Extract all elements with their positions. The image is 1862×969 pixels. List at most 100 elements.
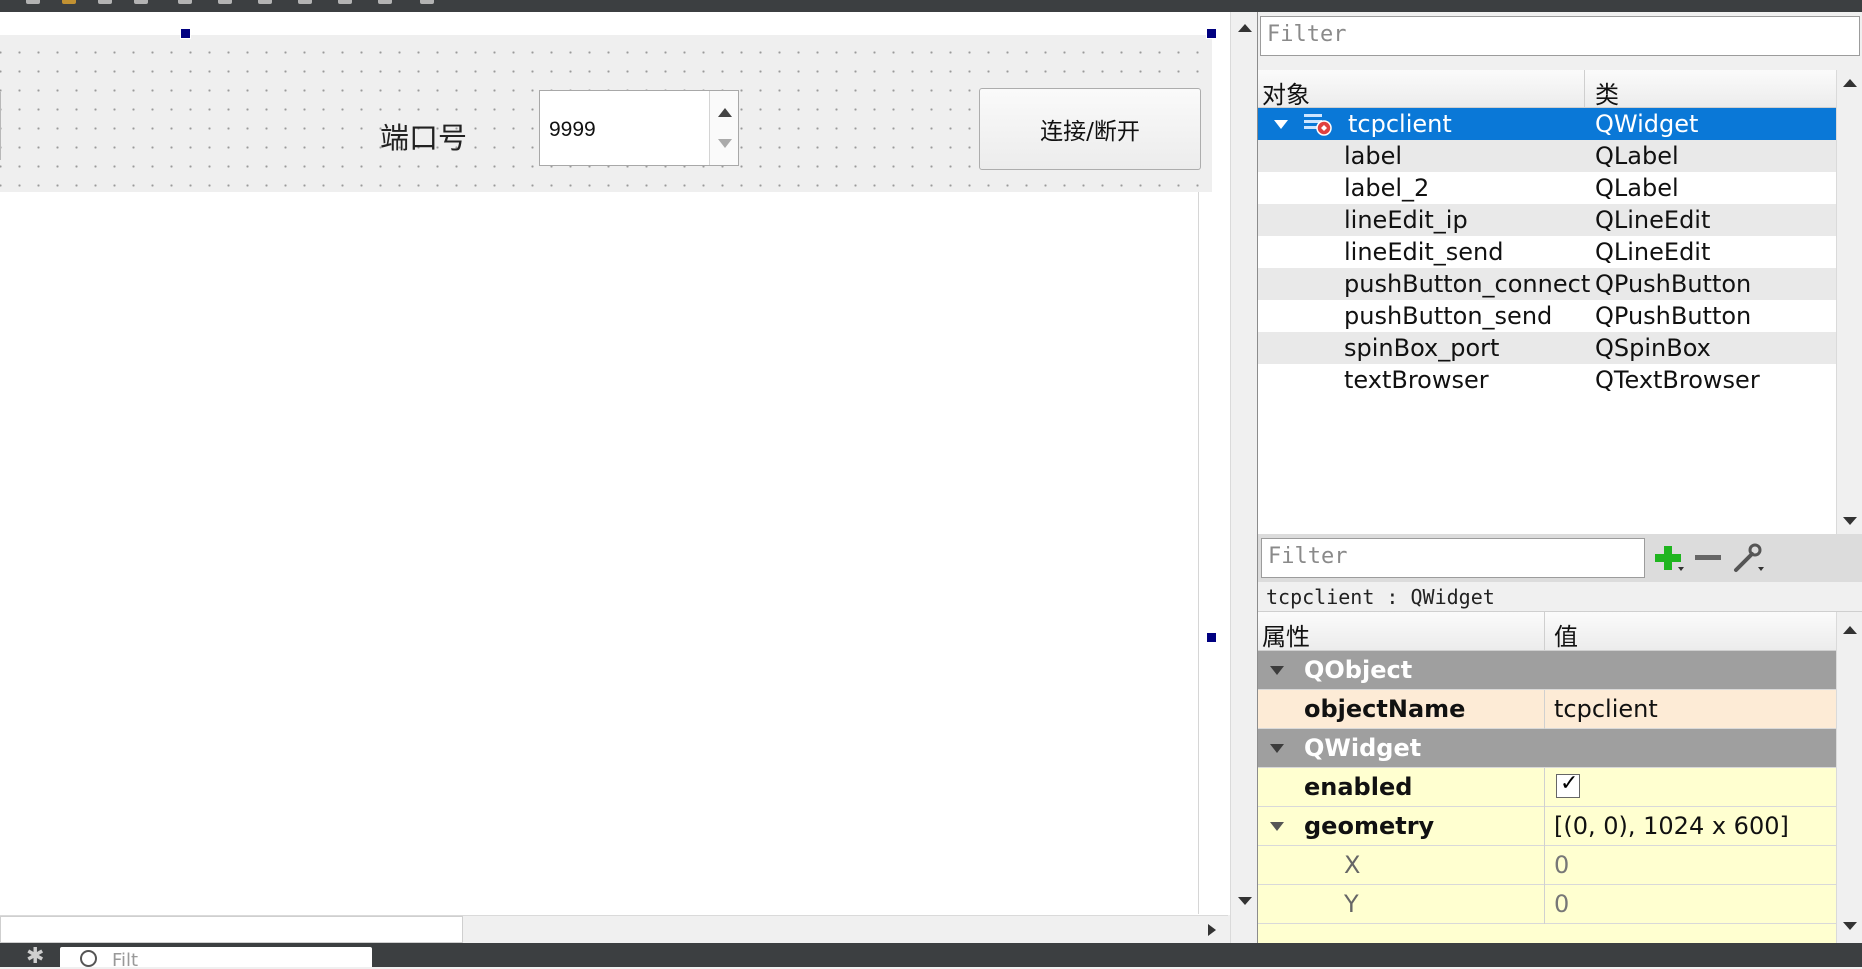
property-row-objectname[interactable]: objectName tcpclient [1258,690,1836,729]
text-browser-area[interactable] [0,192,1199,914]
object-tree-scrollbar[interactable] [1836,70,1862,534]
property-row-enabled[interactable]: enabled [1258,768,1836,807]
collapse-icon[interactable] [1270,744,1284,753]
plus-icon[interactable] [1650,542,1686,574]
object-filter-input[interactable]: Filter [1260,16,1860,56]
property-group-qwidget[interactable]: QWidget [1258,729,1836,768]
tree-object-name: pushButton_connect [1344,270,1591,298]
scroll-right-icon[interactable] [1208,924,1216,936]
toolbar-icon[interactable] [26,0,40,4]
enabled-checkbox[interactable] [1556,771,1580,798]
scroll-up-icon[interactable] [1843,79,1857,87]
value-column-header[interactable]: 值 [1554,617,1578,652]
class-column-header[interactable]: 类 [1595,75,1619,110]
property-row-y[interactable]: Y 0 [1258,885,1836,924]
tree-row[interactable]: pushButton_send QPushButton [1258,300,1836,332]
property-value[interactable]: [(0, 0), 1024 x 600] [1554,812,1789,840]
toolbar-icon[interactable] [258,0,272,4]
scrollbar-thumb[interactable] [0,916,463,943]
collapse-icon[interactable] [1270,822,1284,831]
group-label: QObject [1304,656,1413,684]
bottom-bar: ✱ Filt [0,943,1862,968]
collapse-icon[interactable] [1270,666,1284,675]
toolbar-icon[interactable] [298,0,312,4]
tree-object-name: label_2 [1344,174,1430,202]
scroll-up-icon[interactable] [1843,626,1857,634]
design-canvas[interactable]: 端口号 9999 连接/断开 [0,12,1230,915]
connect-button[interactable]: 连接/断开 [979,88,1201,170]
selection-handle[interactable] [1206,28,1217,39]
toolbar-icon[interactable] [338,0,352,4]
tree-object-name: textBrowser [1344,366,1489,394]
object-tree-header: 对象 类 [1258,70,1836,110]
property-row-x[interactable]: X 0 [1258,846,1836,885]
header-separator [1544,612,1545,650]
canvas-horizontal-scrollbar[interactable] [0,915,1228,944]
property-value[interactable]: 0 [1554,890,1569,918]
property-column-header[interactable]: 属性 [1262,617,1310,652]
line-edit-edge[interactable] [0,92,1,160]
top-toolbar [0,0,1862,12]
collapse-icon[interactable] [1274,120,1288,129]
tree-object-class: QLabel [1595,142,1679,170]
spinbox-arrows[interactable] [709,91,738,165]
tree-object-name: pushButton_send [1344,302,1553,330]
toolbar-icon[interactable] [134,0,148,4]
gear-icon[interactable]: ✱ [26,946,44,968]
tree-row[interactable]: spinBox_port QSpinBox [1258,332,1836,364]
column-separator [1544,690,1545,729]
toolbar-icon[interactable] [178,0,192,4]
selection-handle[interactable] [180,28,191,39]
column-separator [1544,846,1545,885]
tree-object-class: QLabel [1595,174,1679,202]
spin-down-icon[interactable] [718,139,732,148]
object-tree: tcpclient QWidget label QLabel label_2 Q… [1258,108,1836,534]
locator-search-input[interactable]: Filt [60,947,372,967]
property-row-geometry[interactable]: geometry [(0, 0), 1024 x 600] [1258,807,1836,846]
scroll-up-icon[interactable] [1238,24,1252,32]
tree-row[interactable]: lineEdit_ip QLineEdit [1258,204,1836,236]
property-scrollbar[interactable] [1836,612,1862,943]
scroll-down-icon[interactable] [1843,517,1857,525]
object-column-header[interactable]: 对象 [1262,75,1310,110]
toolbar-icon[interactable] [218,0,232,4]
canvas-vertical-scrollbar[interactable] [1230,12,1258,943]
toolbar-icon[interactable] [420,0,434,4]
tree-object-name: label [1344,142,1403,170]
tree-row[interactable]: pushButton_connect QPushButton [1258,268,1836,300]
port-spinbox-value: 9999 [549,118,596,141]
tree-object-name: spinBox_port [1344,334,1500,362]
column-separator [1544,807,1545,846]
tree-row[interactable]: label_2 QLabel [1258,172,1836,204]
tree-row[interactable]: textBrowser QTextBrowser [1258,364,1836,396]
selection-handle[interactable] [1206,632,1217,643]
tree-object-class: QPushButton [1595,270,1752,298]
minus-icon[interactable] [1690,542,1726,574]
tree-row-root[interactable]: tcpclient QWidget [1258,108,1836,140]
tree-object-class: QLineEdit [1595,206,1711,234]
tree-object-class: QPushButton [1595,302,1752,330]
toolbar-icon[interactable] [62,0,76,4]
tree-row[interactable]: lineEdit_send QLineEdit [1258,236,1836,268]
wrench-icon[interactable] [1730,542,1766,574]
property-value[interactable]: 0 [1554,851,1569,879]
toolbar-icon[interactable] [98,0,112,4]
toolbar-icon[interactable] [378,0,392,4]
property-header: 属性 值 [1258,612,1836,651]
column-separator [1544,885,1545,924]
port-spinbox[interactable]: 9999 [539,90,739,166]
property-row[interactable] [1258,924,1836,943]
tree-object-name: lineEdit_send [1344,238,1504,266]
scroll-down-icon[interactable] [1843,922,1857,930]
scroll-down-icon[interactable] [1238,897,1252,905]
property-group-qobject[interactable]: QObject [1258,651,1836,690]
port-label[interactable]: 端口号 [380,115,467,157]
property-name: objectName [1304,695,1466,723]
search-icon [80,950,97,967]
property-filter-input[interactable]: Filter [1261,538,1645,578]
spin-up-icon[interactable] [718,108,732,117]
column-separator [1544,768,1545,807]
property-toolbar: Filter [1258,534,1862,582]
property-value[interactable]: tcpclient [1554,695,1658,723]
tree-row[interactable]: label QLabel [1258,140,1836,172]
